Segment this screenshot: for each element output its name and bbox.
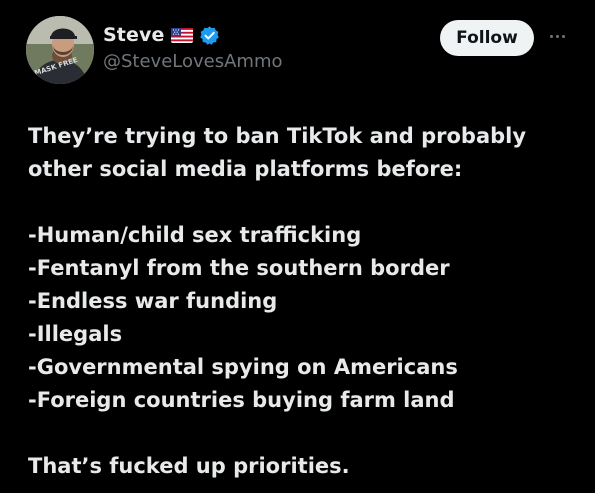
list-item: -Illegals bbox=[28, 322, 123, 346]
follow-button[interactable]: Follow bbox=[440, 20, 534, 56]
list-item: -Foreign countries buying farm land bbox=[28, 388, 455, 412]
more-options-icon[interactable] bbox=[544, 26, 570, 46]
tweet-intro-line: other social media platforms before: bbox=[28, 157, 463, 181]
avatar[interactable]: MASK FREE bbox=[26, 16, 94, 84]
us-flag-icon bbox=[171, 27, 194, 43]
user-handle[interactable]: @SteveLovesAmmo bbox=[103, 51, 283, 72]
list-item: -Fentanyl from the southern border bbox=[28, 256, 450, 280]
tweet-intro-line: They’re trying to ban TikTok and probabl… bbox=[28, 124, 527, 148]
tweet-closing-line: That’s fucked up priorities. bbox=[28, 454, 350, 478]
tweet-card: MASK FREE Steve @SteveLovesAmmo Follow T… bbox=[0, 0, 595, 493]
user-info: Steve @SteveLovesAmmo bbox=[103, 22, 283, 72]
list-item: -Human/child sex trafficking bbox=[28, 223, 362, 247]
list-item: -Endless war funding bbox=[28, 289, 278, 313]
tweet-text: They’re trying to ban TikTok and probabl… bbox=[28, 120, 583, 483]
verified-badge-icon[interactable] bbox=[199, 25, 220, 46]
name-row: Steve bbox=[103, 22, 283, 48]
display-name[interactable]: Steve bbox=[103, 24, 164, 46]
list-item: -Governmental spying on Americans bbox=[28, 355, 458, 379]
tweet-header: MASK FREE Steve @SteveLovesAmmo Follow bbox=[26, 14, 586, 86]
